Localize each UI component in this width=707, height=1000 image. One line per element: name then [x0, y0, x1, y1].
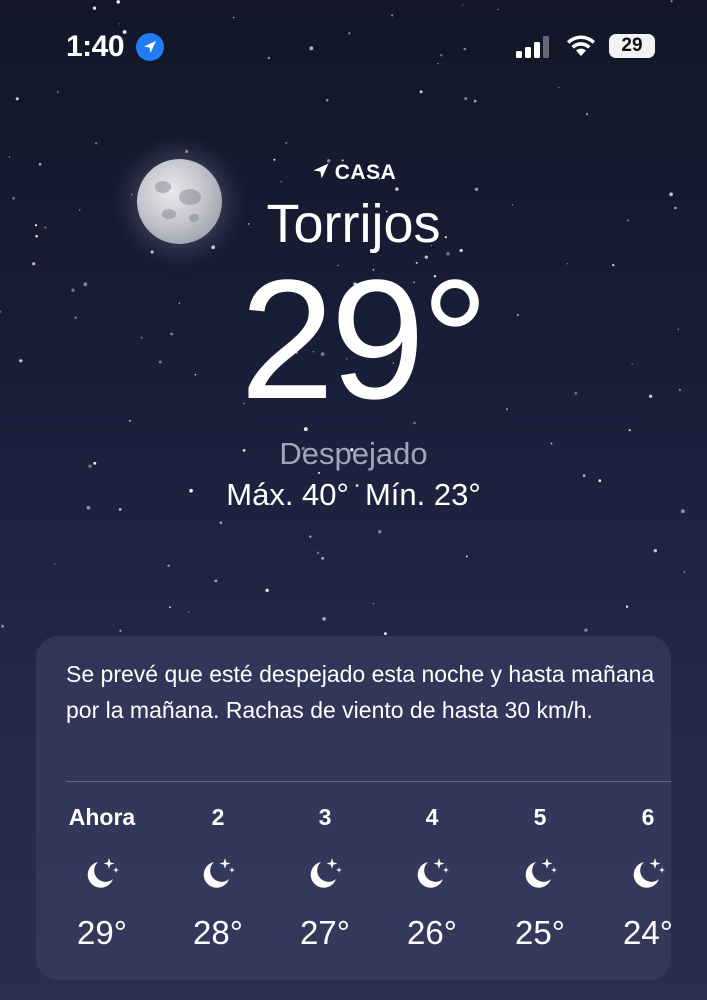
star: [383, 632, 387, 636]
star: [584, 628, 588, 632]
star: [670, 0, 673, 3]
star: [585, 113, 589, 116]
star: [325, 98, 329, 102]
hour-label: 3: [318, 804, 332, 830]
current-temperature: 29°: [239, 245, 489, 435]
star: [56, 91, 59, 93]
star: [187, 611, 190, 613]
star: [119, 629, 122, 633]
star: [116, 0, 120, 4]
hour-label: 2: [211, 804, 225, 830]
star: [15, 97, 19, 101]
hour-temperature: 24°: [623, 914, 671, 951]
hour-label: 6: [641, 804, 655, 830]
star: [395, 187, 399, 191]
moon-stars-icon: [633, 858, 665, 888]
star: [463, 47, 467, 51]
location-arrow-icon: [313, 163, 329, 179]
star: [558, 86, 560, 89]
star: [169, 606, 171, 609]
star: [322, 617, 326, 621]
moon-stars-icon: [417, 858, 449, 888]
star: [497, 8, 499, 11]
star: [473, 99, 477, 103]
star: [185, 149, 189, 154]
weather-condition: Despejado: [279, 436, 428, 471]
star: [628, 429, 631, 432]
star: [321, 556, 325, 560]
star: [653, 549, 657, 553]
star: [348, 32, 351, 35]
star: [474, 187, 479, 192]
forecast-summary: Se prevé que esté despejado esta noche y…: [66, 661, 655, 723]
star: [53, 563, 56, 565]
wifi-icon: [567, 35, 595, 56]
hour-temperature: 27°: [300, 914, 350, 951]
hour-temperature: 29°: [77, 914, 127, 951]
star: [1, 624, 5, 628]
star: [309, 46, 314, 51]
star: [683, 570, 686, 573]
high-low-temperatures: Máx. 40° Mín. 23°: [0, 477, 707, 513]
status-time: 1:40: [66, 30, 125, 63]
card-divider: [66, 781, 671, 782]
moon-stars-icon: [87, 858, 119, 888]
hour-label: 4: [425, 804, 439, 830]
star: [437, 62, 439, 65]
star: [440, 54, 443, 57]
star: [219, 521, 223, 525]
star: [118, 23, 121, 25]
hour-label: 5: [533, 804, 547, 830]
hour-temperature: 26°: [407, 914, 457, 951]
star: [462, 4, 464, 6]
star: [167, 564, 170, 568]
hourly-forecast-card[interactable]: Se prevé que esté despejado esta noche y…: [36, 636, 671, 980]
cellular-signal-icon: [516, 36, 549, 58]
star: [465, 555, 468, 558]
star: [372, 602, 375, 605]
star: [92, 6, 97, 10]
hour-temperature: 28°: [193, 914, 243, 951]
star: [464, 97, 468, 101]
star: [419, 90, 423, 94]
hour-label: Ahora: [68, 804, 136, 830]
star: [8, 156, 11, 158]
star: [391, 14, 394, 17]
location-tag: CASA: [0, 161, 707, 185]
location-arrow-icon: [136, 33, 164, 61]
high-temperature: Máx. 40°: [226, 477, 349, 512]
star: [309, 535, 312, 538]
moon-stars-icon: [203, 858, 235, 888]
star: [267, 56, 271, 60]
moon-stars-icon: [310, 858, 342, 888]
star: [233, 16, 235, 19]
moon-stars-icon: [525, 858, 557, 888]
star: [265, 588, 269, 593]
hour-temperature: 25°: [515, 914, 565, 951]
battery-indicator: 29: [609, 34, 655, 58]
star: [94, 142, 98, 145]
star: [316, 551, 320, 555]
star: [377, 529, 382, 534]
star: [625, 605, 629, 608]
star: [285, 141, 288, 145]
location-tag-label: CASA: [334, 161, 397, 184]
star: [214, 579, 218, 583]
star: [318, 471, 321, 474]
low-temperature: Mín. 23°: [364, 477, 481, 512]
